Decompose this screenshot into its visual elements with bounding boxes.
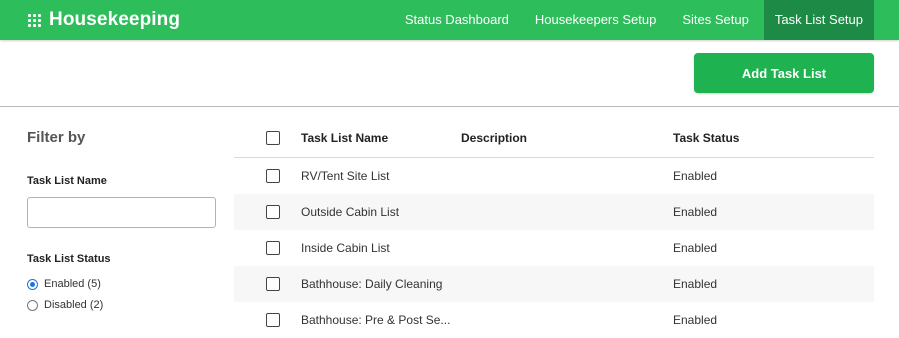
task-list-name-label: Task List Name <box>27 175 107 187</box>
app-title: Housekeeping <box>49 9 181 30</box>
row-checkbox[interactable] <box>266 277 280 291</box>
table-header: Task List Name Description Task Status <box>234 118 874 158</box>
status-option-disabled[interactable]: Disabled (2) <box>27 299 103 311</box>
header-task-status[interactable]: Task Status <box>673 118 739 157</box>
header-description[interactable]: Description <box>461 118 527 157</box>
task-list-table: Task List Name Description Task Status R… <box>234 118 874 338</box>
header-task-list-name[interactable]: Task List Name <box>301 118 456 157</box>
header-divider <box>0 106 899 107</box>
radio-enabled-label: Enabled (5) <box>44 278 101 290</box>
row-status: Enabled <box>673 205 718 219</box>
row-name[interactable]: Bathhouse: Daily Cleaning <box>301 277 442 291</box>
row-name[interactable]: Bathhouse: Pre & Post Se... <box>301 313 450 327</box>
nav-status-dashboard[interactable]: Status Dashboard <box>394 0 520 40</box>
task-list-name-input[interactable] <box>27 197 216 228</box>
top-bar: Housekeeping Status Dashboard Housekeepe… <box>0 0 899 40</box>
row-checkbox[interactable] <box>266 205 280 219</box>
status-option-enabled[interactable]: Enabled (5) <box>27 278 101 290</box>
add-task-list-button[interactable]: Add Task List <box>694 53 874 93</box>
radio-disabled[interactable] <box>27 299 38 311</box>
nav-task-list-setup[interactable]: Task List Setup <box>763 0 874 40</box>
row-status: Enabled <box>673 277 718 291</box>
row-checkbox[interactable] <box>266 313 280 327</box>
main-nav: Status Dashboard Housekeepers Setup Site… <box>394 0 874 40</box>
table-row[interactable]: RV/Tent Site List Enabled <box>234 158 874 194</box>
row-status: Enabled <box>673 169 718 183</box>
radio-enabled[interactable] <box>27 278 38 290</box>
nav-sites-setup[interactable]: Sites Setup <box>671 0 760 40</box>
task-list-status-label: Task List Status <box>27 253 111 265</box>
row-status: Enabled <box>673 241 718 255</box>
radio-disabled-label: Disabled (2) <box>44 299 104 311</box>
nav-housekeepers-setup[interactable]: Housekeepers Setup <box>524 0 667 40</box>
table-row[interactable]: Outside Cabin List Enabled <box>234 194 874 230</box>
row-name[interactable]: Inside Cabin List <box>301 241 390 255</box>
row-checkbox[interactable] <box>266 241 280 255</box>
row-name[interactable]: Outside Cabin List <box>301 205 399 219</box>
table-row[interactable]: Inside Cabin List Enabled <box>234 230 874 266</box>
row-name[interactable]: RV/Tent Site List <box>301 169 390 183</box>
brand[interactable]: Housekeeping <box>28 0 180 40</box>
row-checkbox[interactable] <box>266 169 280 183</box>
app-grid-icon <box>28 13 41 27</box>
table-row[interactable]: Bathhouse: Daily Cleaning Enabled <box>234 266 874 302</box>
select-all-checkbox[interactable] <box>266 130 280 145</box>
filter-title: Filter by <box>27 129 86 146</box>
